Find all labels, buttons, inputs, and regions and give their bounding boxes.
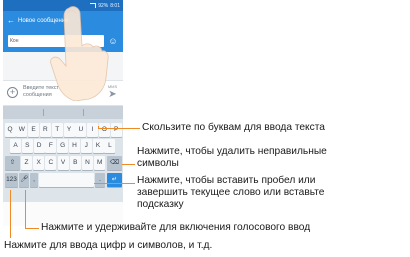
key-m[interactable]: M: [94, 156, 106, 170]
key-x[interactable]: X: [33, 156, 45, 170]
callout-delete-line1: Нажмите, чтобы удалить неправильные: [137, 146, 327, 157]
callout-space-line2: завершить текущее слово или вставьте: [137, 187, 325, 198]
microphone-icon: 🎤︎: [19, 176, 29, 183]
callout-numbers: Нажмите для ввода цифр и символов, и т.д…: [4, 240, 213, 251]
back-arrow-icon[interactable]: ←: [7, 16, 15, 25]
key-s[interactable]: S: [21, 139, 33, 153]
callout-swipe-line: [98, 128, 140, 129]
key-h[interactable]: H: [69, 139, 80, 153]
attach-icon[interactable]: +: [7, 87, 18, 98]
callout-delete-line2: символы: [137, 158, 179, 169]
key-b[interactable]: B: [69, 156, 81, 170]
key-o[interactable]: O: [98, 123, 110, 137]
period-key[interactable]: .: [95, 173, 105, 187]
numbers-symbols-key[interactable]: 123: [5, 173, 18, 187]
key-l[interactable]: L: [104, 139, 116, 153]
key-z[interactable]: Z: [21, 156, 32, 170]
shift-key[interactable]: ⇧: [5, 156, 20, 170]
key-k[interactable]: K: [92, 139, 104, 153]
key-n[interactable]: N: [82, 156, 93, 170]
suggestion-divider: [43, 109, 44, 116]
key-q[interactable]: Q: [4, 123, 16, 137]
key-t[interactable]: T: [51, 123, 63, 137]
key-w[interactable]: W: [16, 123, 28, 137]
contact-picker-icon[interactable]: ☺: [108, 35, 118, 47]
key-r[interactable]: R: [39, 123, 51, 137]
key-u[interactable]: U: [75, 123, 87, 137]
callout-swipe: Скользите по буквам для ввода текста: [142, 122, 325, 133]
message-placeholder-line2: сообщения: [23, 92, 52, 98]
onscreen-keyboard: ⇧ ⌫ 123 🎤︎ , . ↵ QWERTYUIOP ASDFGHJKL ZXCV…: [3, 106, 123, 202]
callout-voice: Нажмите и удерживайте для включения голо…: [41, 222, 311, 233]
callout-voice-line: [25, 190, 26, 228]
callout-space-line3: подсказку: [137, 199, 184, 210]
key-g[interactable]: G: [57, 139, 69, 153]
key-v[interactable]: V: [57, 156, 69, 170]
clock: 8:01: [110, 2, 120, 9]
finger-gesture-icon: [50, 6, 109, 101]
enter-key[interactable]: ↵: [107, 173, 122, 187]
phone-screen: 92% 8:01 ← Новое сообщение Кон ☺ + Введи…: [3, 0, 123, 226]
suggestion-bar[interactable]: [3, 106, 123, 119]
callout-space: Нажмите, чтобы вставить пробел или завер…: [137, 175, 324, 211]
comma-key[interactable]: ,: [30, 173, 38, 187]
key-i[interactable]: I: [87, 123, 99, 137]
key-p[interactable]: P: [110, 123, 122, 137]
space-key[interactable]: [39, 173, 94, 187]
suggestion-divider: [83, 109, 84, 116]
key-d[interactable]: D: [33, 139, 45, 153]
key-f[interactable]: F: [45, 139, 57, 153]
delete-key[interactable]: ⌫: [107, 156, 122, 170]
callout-space-line: [94, 183, 135, 184]
key-a[interactable]: A: [10, 139, 21, 153]
key-y[interactable]: Y: [63, 123, 75, 137]
key-j[interactable]: J: [80, 139, 92, 153]
key-e[interactable]: E: [28, 123, 40, 137]
callout-voice-line: [25, 228, 39, 229]
callout-delete-line: [122, 164, 135, 165]
callout-delete: Нажмите, чтобы удалить неправильные симв…: [137, 146, 327, 170]
callout-numbers-line: [10, 190, 11, 238]
voice-input-key[interactable]: 🎤︎: [19, 173, 29, 187]
callout-space-line1: Нажмите, чтобы вставить пробел или: [137, 175, 316, 186]
key-c[interactable]: C: [45, 156, 57, 170]
